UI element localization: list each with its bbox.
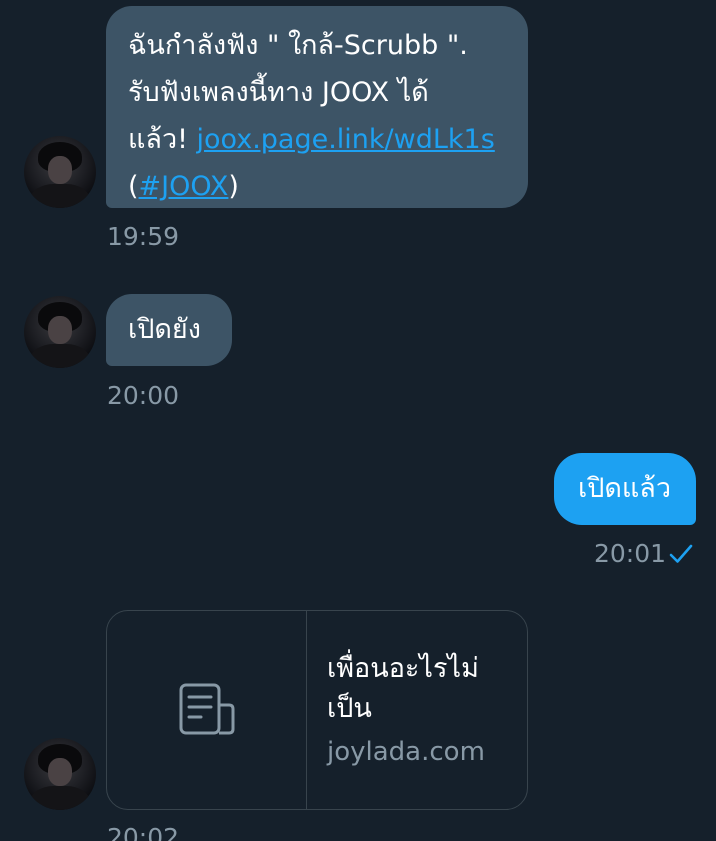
message-text: แล้ว! (128, 124, 197, 155)
message-timestamp: 20:02 (107, 823, 180, 841)
message-bubble-incoming[interactable]: ฉันกำลังฟัง " ใกล้-Scrubb ". รับฟังเพลงน… (106, 6, 528, 208)
card-title-line: เพื่อนอะไรไม่ (327, 653, 479, 684)
dm-conversation: ฉันกำลังฟัง " ใกล้-Scrubb ". รับฟังเพลงน… (0, 0, 716, 841)
card-title-line: เป็น (327, 693, 372, 724)
message-timestamp: 20:00 (107, 381, 180, 410)
avatar[interactable] (24, 738, 96, 810)
message-text-line: แล้ว! joox.page.link/wdLk1s (128, 116, 506, 163)
card-title: เพื่อนอะไรไม่ เป็น (327, 649, 517, 729)
paren-close: ) (228, 171, 239, 202)
avatar[interactable] (24, 136, 96, 208)
card-domain: joylada.com (327, 737, 485, 767)
message-text: เปิดยัง (128, 314, 201, 345)
message-bubble-incoming[interactable]: เปิดยัง (106, 294, 232, 366)
message-text-line: รับฟังเพลงนี้ทาง JOOX ได้ (128, 77, 429, 108)
message-timestamp: 20:01 (594, 539, 667, 568)
message-timestamp: 19:59 (107, 222, 180, 251)
card-thumbnail (107, 611, 307, 809)
paren-open: ( (128, 171, 139, 202)
message-text: เปิดแล้ว (578, 473, 672, 504)
message-link[interactable]: joox.page.link/wdLk1s (197, 124, 495, 155)
document-icon (179, 683, 235, 735)
message-text-line: (#JOOX) (128, 163, 506, 210)
checkmark-icon (669, 544, 693, 563)
message-text-line: ฉันกำลังฟัง " ใกล้-Scrubb ". (128, 30, 468, 61)
message-bubble-outgoing[interactable]: เปิดแล้ว (554, 453, 696, 525)
avatar[interactable] (24, 296, 96, 368)
hashtag-link[interactable]: #JOOX (139, 171, 229, 202)
link-preview-card[interactable]: เพื่อนอะไรไม่ เป็น joylada.com (106, 610, 528, 810)
